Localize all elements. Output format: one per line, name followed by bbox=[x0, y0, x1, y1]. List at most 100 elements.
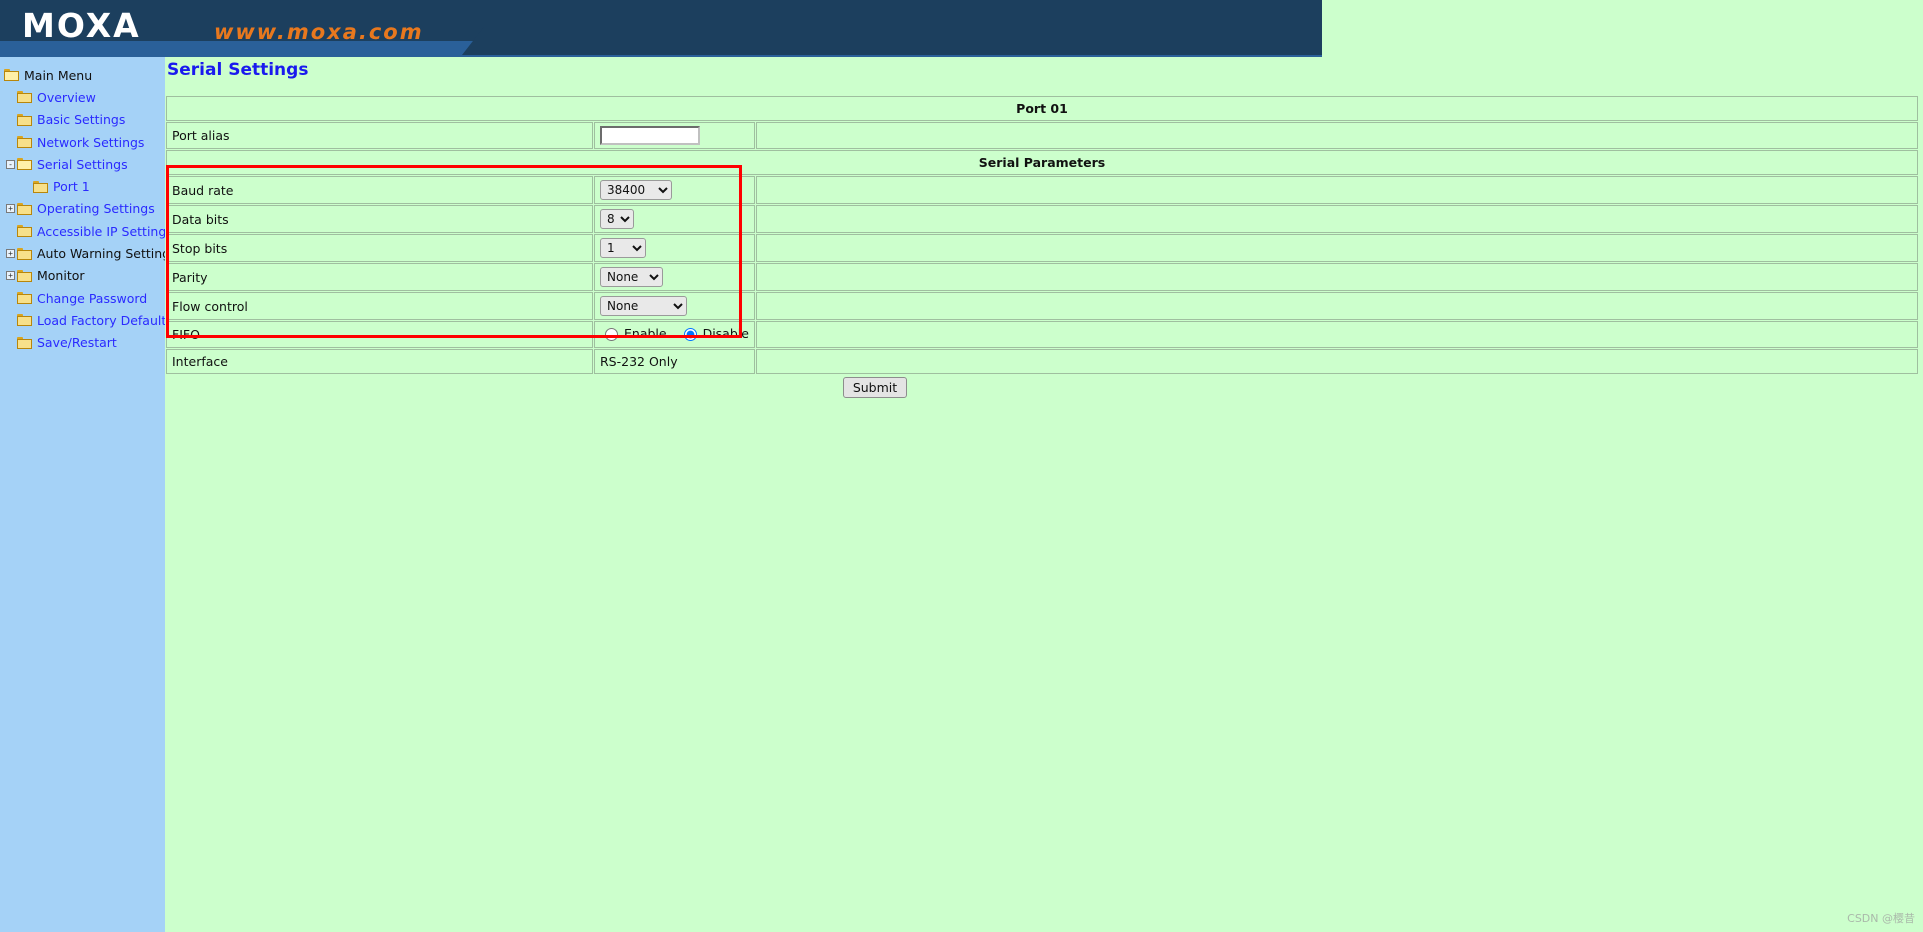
interface-row: Interface RS-232 Only bbox=[166, 349, 1918, 374]
field-value-cell: 11.52 bbox=[594, 234, 755, 262]
collapse-icon[interactable]: - bbox=[6, 159, 15, 169]
folder-icon bbox=[33, 180, 48, 193]
field-value-cell: 5075110134150300600120018002400480072009… bbox=[594, 176, 755, 204]
fifo-enable-radio[interactable] bbox=[605, 328, 618, 341]
port-alias-row: Port alias bbox=[166, 122, 1918, 149]
field-spacer bbox=[755, 292, 1918, 320]
sidebar-item-label: Serial Settings bbox=[37, 156, 128, 172]
flow-control-select[interactable]: NoneRTS/CTSXON/XOFFDTR/DSR bbox=[600, 296, 687, 316]
header-dark-shape bbox=[0, 0, 1322, 41]
field-label: Stop bits bbox=[166, 234, 593, 262]
parity-select[interactable]: NoneOddEvenMarkSpace bbox=[600, 267, 663, 287]
folder-open-icon bbox=[17, 158, 32, 171]
field-spacer bbox=[755, 205, 1918, 233]
port-header-row: Port 01 bbox=[166, 96, 1918, 121]
port-header-cell: Port 01 bbox=[166, 96, 1918, 121]
table-row: Flow control NoneRTS/CTSXON/XOFFDTR/DSR bbox=[166, 292, 1918, 320]
site-header: MOXA www.moxa.com bbox=[0, 0, 1322, 57]
sidebar-item-label: Auto Warning Settings bbox=[37, 246, 177, 262]
page-title: Serial Settings bbox=[167, 60, 309, 80]
field-value-cell: 5678 bbox=[594, 205, 755, 233]
field-spacer bbox=[755, 263, 1918, 291]
table-row: Stop bits 11.52 bbox=[166, 234, 1918, 262]
sidebar-item-label: Change Password bbox=[37, 290, 148, 306]
table-row: Data bits 5678 bbox=[166, 205, 1918, 233]
folder-icon bbox=[17, 247, 32, 260]
folder-icon bbox=[17, 91, 32, 104]
port-alias-label: Port alias bbox=[166, 122, 593, 149]
sidebar-item-label: Basic Settings bbox=[37, 112, 126, 128]
fifo-disable-label[interactable]: Disable bbox=[703, 326, 749, 341]
baud-rate-select[interactable]: 5075110134150300600120018002400480072009… bbox=[600, 180, 672, 200]
expand-icon[interactable]: + bbox=[6, 271, 15, 281]
folder-icon bbox=[17, 314, 32, 327]
table-row: Baud rate 5075110134150300600120018002400… bbox=[166, 176, 1918, 204]
sidebar-item-main-menu[interactable]: Main Menu bbox=[0, 64, 165, 86]
sidebar-item-serial-settings[interactable]: - Serial Settings bbox=[0, 153, 165, 175]
sidebar-item-accessible-ip-settings[interactable]: Accessible IP Settings bbox=[0, 220, 173, 242]
fifo-row: FIFO Enable Disable bbox=[166, 321, 1918, 348]
submit-row: Submit bbox=[165, 377, 1585, 398]
sidebar-item-load-factory-default[interactable]: Load Factory Default bbox=[0, 309, 167, 331]
fifo-spacer bbox=[755, 321, 1918, 348]
interface-value: RS-232 Only bbox=[594, 349, 755, 374]
parameter-rows: Baud rate 5075110134150300600120018002400… bbox=[166, 176, 1918, 320]
moxa-url-text: www.moxa.com bbox=[214, 20, 424, 44]
fifo-disable-option[interactable]: Disable bbox=[679, 325, 749, 341]
sidebar-item-auto-warning-settings[interactable]: + Auto Warning Settings bbox=[0, 242, 177, 264]
folder-icon bbox=[17, 225, 32, 238]
sidebar-item-network-settings[interactable]: Network Settings bbox=[0, 131, 165, 153]
field-spacer bbox=[755, 234, 1918, 262]
folder-icon bbox=[17, 113, 32, 126]
data-bits-select[interactable]: 5678 bbox=[600, 209, 634, 229]
sidebar-item-basic-settings[interactable]: Basic Settings bbox=[0, 109, 165, 131]
sidebar-item-overview[interactable]: Overview bbox=[0, 86, 165, 108]
serial-settings-table: Port 01 Port alias Serial Parameters Bau… bbox=[165, 95, 1919, 375]
sidebar-item-label: Port 1 bbox=[53, 179, 90, 195]
moxa-logo: MOXA bbox=[22, 6, 141, 45]
folder-icon bbox=[17, 269, 32, 282]
watermark-text: CSDN @樱昔 bbox=[1847, 912, 1915, 925]
table-row: Parity NoneOddEvenMarkSpace bbox=[166, 263, 1918, 291]
field-value-cell: NoneOddEvenMarkSpace bbox=[594, 263, 755, 291]
folder-icon bbox=[17, 336, 32, 349]
sidebar-item-label: Load Factory Default bbox=[37, 312, 167, 328]
folder-icon bbox=[17, 136, 32, 149]
sidebar-item-label: Overview bbox=[37, 89, 96, 105]
folder-icon bbox=[17, 202, 32, 215]
fifo-value-cell: Enable Disable bbox=[594, 321, 755, 348]
folder-open-icon bbox=[4, 69, 19, 82]
port-alias-spacer bbox=[755, 122, 1918, 149]
port-alias-value-cell bbox=[594, 122, 755, 149]
sidebar-item-label: Save/Restart bbox=[37, 335, 117, 351]
field-spacer bbox=[755, 176, 1918, 204]
submit-button[interactable]: Submit bbox=[842, 377, 908, 398]
interface-label: Interface bbox=[166, 349, 593, 374]
main-content: Serial Settings Port 01 Port alias Seria… bbox=[165, 57, 1923, 932]
field-label: Parity bbox=[166, 263, 593, 291]
expand-icon[interactable]: + bbox=[6, 249, 15, 259]
serial-parameters-header-cell: Serial Parameters bbox=[166, 150, 1918, 175]
field-label: Data bits bbox=[166, 205, 593, 233]
field-value-cell: NoneRTS/CTSXON/XOFFDTR/DSR bbox=[594, 292, 755, 320]
fifo-enable-label[interactable]: Enable bbox=[624, 326, 667, 341]
field-label: Baud rate bbox=[166, 176, 593, 204]
fifo-enable-option[interactable]: Enable bbox=[600, 325, 667, 341]
sidebar-item-change-password[interactable]: Change Password bbox=[0, 287, 165, 309]
stop-bits-select[interactable]: 11.52 bbox=[600, 238, 646, 258]
sidebar-item-label: Network Settings bbox=[37, 134, 145, 150]
sidebar-item-label: Main Menu bbox=[24, 67, 93, 83]
sidebar-item-label: Accessible IP Settings bbox=[37, 223, 173, 239]
interface-spacer bbox=[755, 349, 1918, 374]
port-alias-input[interactable] bbox=[600, 126, 700, 145]
sidebar-item-port-1[interactable]: Port 1 bbox=[0, 175, 165, 197]
expand-icon[interactable]: + bbox=[6, 204, 15, 214]
sidebar-item-save-restart[interactable]: Save/Restart bbox=[0, 332, 165, 354]
sidebar-item-label: Operating Settings bbox=[37, 201, 155, 217]
sidebar-item-monitor[interactable]: + Monitor bbox=[0, 265, 165, 287]
serial-parameters-header-row: Serial Parameters bbox=[166, 150, 1918, 175]
sidebar-item-operating-settings[interactable]: + Operating Settings bbox=[0, 198, 165, 220]
sidebar-item-label: Monitor bbox=[37, 268, 85, 284]
sidebar-navigation: Main Menu Overview Basic Settings Network S… bbox=[0, 57, 177, 932]
fifo-disable-radio[interactable] bbox=[683, 328, 697, 341]
